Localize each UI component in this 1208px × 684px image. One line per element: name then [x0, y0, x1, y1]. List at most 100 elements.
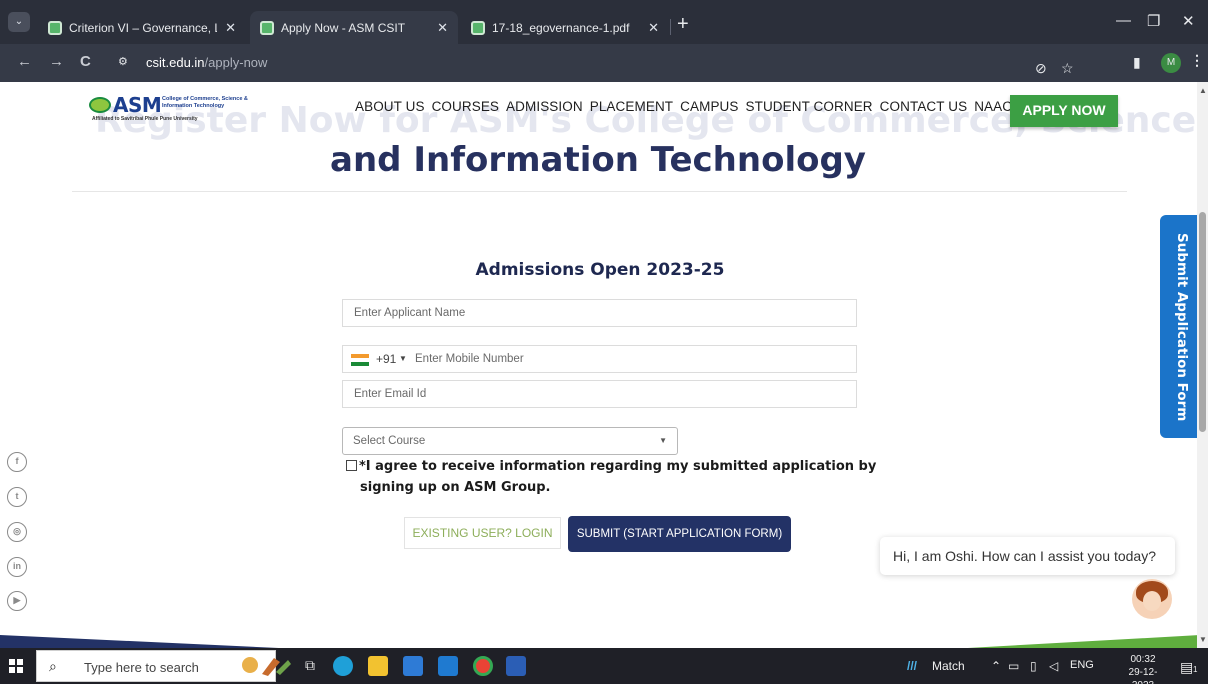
instagram-icon[interactable]: ◎	[7, 522, 27, 542]
submit-application-side-tab[interactable]: Submit Application Form	[1160, 215, 1200, 438]
side-panel-icon[interactable]: ▮	[1133, 54, 1141, 71]
country-code[interactable]: +91	[376, 346, 396, 372]
store-icon[interactable]	[403, 656, 423, 676]
url-text[interactable]: csit.edu.in/apply-now	[146, 55, 267, 70]
nav-about-us[interactable]: ABOUT US	[355, 99, 425, 114]
consent-text-line1: *I agree to receive information regardin…	[359, 459, 877, 474]
battery-icon[interactable]: ▯	[1030, 659, 1037, 673]
form-title: Admissions Open 2023-25	[475, 260, 725, 280]
tab-apply-now[interactable]: Apply Now - ASM CSIT ✕	[250, 11, 458, 44]
logo-emblem-icon	[89, 97, 111, 113]
tab-close-icon[interactable]: ✕	[648, 20, 659, 36]
nav-admission[interactable]: ADMISSION	[506, 99, 583, 114]
apply-now-button[interactable]: APPLY NOW	[1010, 95, 1118, 127]
browser-toolbar: ← → C ⚙ csit.edu.in/apply-now ⊘ ☆ ▮ M ⋮	[0, 44, 1208, 82]
applicant-name-input[interactable]: Enter Applicant Name	[342, 299, 857, 327]
facebook-icon[interactable]: f	[7, 452, 27, 472]
url-path: /apply-now	[204, 55, 268, 70]
nav-contact-us[interactable]: CONTACT US	[880, 99, 968, 114]
site-info-icon[interactable]: ⚙	[118, 55, 136, 71]
weather-widget-icon[interactable]: ///	[907, 659, 917, 673]
main-nav: ABOUT US COURSES ADMISSION PLACEMENT CAM…	[355, 99, 1012, 114]
scroll-down-icon[interactable]: ▼	[1199, 635, 1207, 644]
youtube-icon[interactable]: ▶	[7, 591, 27, 611]
nav-courses[interactable]: COURSES	[432, 99, 499, 114]
taskbar-search-placeholder: Type here to search	[84, 660, 199, 675]
nav-naac[interactable]: NAAC	[974, 99, 1012, 114]
mobile-number-input[interactable]: Enter Mobile Number	[415, 346, 524, 372]
notification-center-icon[interactable]: ▤	[1180, 659, 1193, 676]
site-favicon-icon	[471, 20, 485, 35]
page-heading: and Information Technology	[330, 140, 866, 180]
nav-placement[interactable]: PLACEMENT	[590, 99, 673, 114]
tab-criterion[interactable]: Criterion VI – Governance, Lead ✕	[38, 11, 246, 44]
file-explorer-icon[interactable]	[368, 656, 388, 676]
minimize-icon[interactable]: —	[1116, 12, 1131, 29]
page-scrollbar[interactable]: ▲ ▼	[1197, 82, 1208, 648]
tab-search-button[interactable]: ⌄	[8, 12, 30, 32]
course-select[interactable]: Select Course ▼	[342, 427, 678, 455]
browser-tabbar: ⌄ Criterion VI – Governance, Lead ✕ Appl…	[0, 0, 1208, 44]
browser-menu-icon[interactable]: ⋮	[1190, 52, 1204, 69]
existing-user-login-button[interactable]: EXISTING USER? LOGIN	[404, 517, 561, 549]
side-tab-label: Submit Application Form	[1174, 233, 1190, 422]
asm-logo[interactable]: ASM College of Commerce, Science & Infor…	[89, 93, 259, 124]
close-window-icon[interactable]: ✕	[1182, 12, 1195, 30]
scrollbar-thumb[interactable]	[1199, 212, 1206, 432]
tab-title: Apply Now - ASM CSIT	[281, 20, 406, 35]
chevron-down-icon[interactable]: ▼	[399, 346, 407, 372]
eye-off-icon[interactable]: ⊘	[1035, 60, 1047, 77]
url-host: csit.edu.in	[146, 55, 205, 70]
tab-divider	[670, 19, 671, 35]
mobile-number-field[interactable]: +91 ▼ Enter Mobile Number	[342, 345, 857, 373]
nav-campus[interactable]: CAMPUS	[680, 99, 738, 114]
task-view-icon[interactable]: ⧉	[305, 657, 315, 674]
chatbot-avatar[interactable]	[1132, 579, 1172, 619]
address-bar[interactable]: ⚙ csit.edu.in/apply-now ⊘ ☆	[110, 50, 1138, 76]
bookmark-star-icon[interactable]: ☆	[1061, 60, 1074, 77]
heading-divider	[72, 191, 1127, 192]
language-indicator[interactable]: ENG	[1070, 659, 1094, 671]
logo-subtitle: College of Commerce, Science & Informati…	[162, 96, 248, 109]
windows-start-icon[interactable]	[9, 659, 23, 673]
india-flag-icon[interactable]	[351, 354, 369, 366]
page-viewport: Register Now for ASM's College of Commer…	[0, 82, 1208, 648]
submit-application-button[interactable]: SUBMIT (START APPLICATION FORM)	[568, 516, 791, 552]
reload-icon[interactable]: C	[80, 53, 91, 70]
windows-taskbar: ⌕ Type here to search ⧉ /// Match ⌃ ▭ ▯ …	[0, 648, 1208, 684]
course-select-value: Select Course	[353, 435, 426, 447]
mail-icon[interactable]	[438, 656, 458, 676]
search-icon: ⌕	[49, 658, 57, 674]
tab-close-icon[interactable]: ✕	[225, 20, 236, 36]
edge-browser-icon[interactable]	[333, 656, 353, 676]
back-icon[interactable]: ←	[17, 53, 32, 70]
chrome-icon[interactable]	[473, 656, 493, 676]
scroll-up-icon[interactable]: ▲	[1199, 86, 1207, 95]
footer-accent-left	[0, 635, 300, 648]
tab-title: 17-18_egovernance-1.pdf	[492, 20, 630, 35]
tab-pdf[interactable]: 17-18_egovernance-1.pdf ✕	[461, 11, 669, 44]
nav-student-corner[interactable]: STUDENT CORNER	[746, 99, 873, 114]
search-highlight-art-icon[interactable]	[236, 652, 292, 679]
word-icon[interactable]	[506, 656, 526, 676]
footer-accent-right	[950, 635, 1200, 648]
forward-icon[interactable]: →	[49, 53, 64, 70]
tab-close-icon[interactable]: ✕	[437, 20, 448, 36]
tab-title: Criterion VI – Governance, Lead	[69, 20, 217, 35]
restore-icon[interactable]: ❐	[1147, 12, 1160, 30]
site-favicon-icon	[48, 20, 62, 35]
clock[interactable]: 00:32 29-12-2023	[1119, 653, 1167, 684]
network-icon[interactable]: ▭	[1008, 659, 1019, 673]
weather-widget-label[interactable]: Match	[932, 659, 965, 673]
tray-overflow-icon[interactable]: ⌃	[991, 659, 1001, 673]
profile-avatar[interactable]: M	[1161, 53, 1181, 73]
volume-icon[interactable]: ◁	[1049, 659, 1058, 673]
new-tab-button[interactable]: +	[677, 13, 689, 36]
consent-text-line2: signing up on ASM Group.	[360, 480, 551, 495]
email-input[interactable]: Enter Email Id	[342, 380, 857, 408]
chat-greeting-bubble[interactable]: Hi, I am Oshi. How can I assist you toda…	[880, 537, 1175, 575]
clock-time: 00:32	[1130, 654, 1156, 665]
consent-checkbox[interactable]	[346, 460, 357, 471]
linkedin-icon[interactable]: in	[7, 557, 27, 577]
twitter-icon[interactable]: t	[7, 487, 27, 507]
